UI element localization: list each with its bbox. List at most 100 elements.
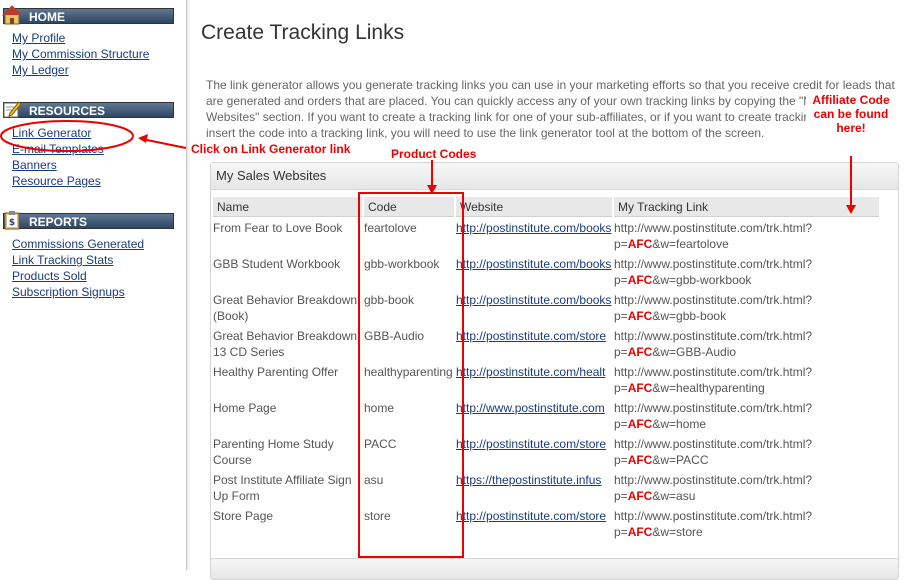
affiliate-code-placeholder: AFC [627, 381, 653, 395]
sidebar: HOME My Profile My Commission Structure … [0, 0, 187, 570]
website-link[interactable]: https://thepostinstitute.infus [456, 473, 601, 487]
table-header-row: Name Code Website My Tracking Link [213, 197, 879, 217]
row-name: GBB Student Workbook [213, 257, 341, 271]
sidebar-link-email-templates[interactable]: E-mail Templates [12, 142, 104, 156]
panel-title: My Sales Websites [211, 163, 898, 190]
sidebar-link-link-tracking-stats[interactable]: Link Tracking Stats [12, 253, 113, 267]
affiliate-code-placeholder: AFC [627, 273, 653, 287]
intro-paragraph: The link generator allows you generate t… [206, 78, 895, 140]
sidebar-link-products-sold[interactable]: Products Sold [12, 269, 87, 283]
reports-section-header: $ REPORTS [3, 211, 174, 230]
website-link[interactable]: http://postinstitute.com/healt [456, 365, 605, 379]
website-link[interactable]: http://postinstitute.com/store [456, 329, 606, 343]
tracking-link-suffix: &w=home [652, 417, 707, 431]
row-name: From Fear to Love Book [213, 221, 343, 235]
row-code: gbb-workbook [364, 257, 440, 271]
reports-section-title: REPORTS [29, 215, 88, 229]
svg-text:$: $ [9, 218, 15, 228]
resources-section-header: RESOURCES [3, 101, 174, 118]
column-header-tracking-link: My Tracking Link [614, 197, 879, 217]
row-tracking-link: http://www.postinstitute.com/trk.html?p=… [614, 397, 879, 433]
row-tracking-link: http://www.postinstitute.com/trk.html?p=… [614, 253, 879, 289]
website-link[interactable]: http://postinstitute.com/books [456, 293, 611, 307]
sales-websites-panel: My Sales Websites Name Code Website My T… [210, 162, 899, 574]
house-icon [2, 5, 22, 25]
table-row: Store Page store http://postinstitute.com/… [213, 505, 879, 541]
sidebar-link-my-profile[interactable]: My Profile [12, 31, 65, 45]
table-row: Great Behavior Breakdown (Book) gbb-book h… [213, 289, 879, 325]
row-code: feartolove [364, 221, 417, 235]
table-row: Home Page home http://www.postinstitute.co… [213, 397, 879, 433]
sidebar-link-my-ledger[interactable]: My Ledger [12, 63, 69, 77]
row-website: https://thepostinstitute.infus [456, 469, 612, 505]
row-name: Post Institute Affiliate Sign Up Form [213, 473, 352, 503]
affiliate-code-placeholder: AFC [627, 489, 653, 503]
row-code: store [364, 509, 391, 523]
row-website: http://postinstitute.com/books [456, 217, 612, 253]
website-link[interactable]: http://www.postinstitute.com [456, 401, 605, 415]
home-section-title: HOME [29, 10, 65, 24]
column-header-code: Code [364, 197, 454, 217]
tracking-link-suffix: &w=PACC [652, 453, 709, 467]
row-website: http://www.postinstitute.com [456, 397, 612, 433]
website-link[interactable]: http://postinstitute.com/store [456, 509, 606, 523]
sidebar-link-subscription-signups[interactable]: Subscription Signups [12, 285, 125, 299]
tracking-link-suffix: &w=GBB-Audio [652, 345, 737, 359]
row-website: http://postinstitute.com/store [456, 505, 612, 541]
row-name: Great Behavior Breakdown 13 CD Series [213, 329, 358, 359]
main-content: Create Tracking Links The link generator… [190, 0, 911, 580]
affiliate-code-placeholder: AFC [627, 237, 653, 251]
next-panel-header [210, 558, 899, 580]
row-code: gbb-book [364, 293, 415, 307]
row-tracking-link: http://www.postinstitute.com/trk.html?p=… [614, 325, 879, 361]
table-row: Parenting Home Study Course PACC http://po… [213, 433, 879, 469]
row-code: asu [364, 473, 384, 487]
tracking-link-suffix: &w=asu [652, 489, 696, 503]
affiliate-code-placeholder: AFC [627, 309, 653, 323]
tracking-link-suffix: &w=gbb-workbook [652, 273, 752, 287]
row-name: Store Page [213, 509, 274, 523]
affiliate-code-placeholder: AFC [627, 525, 653, 539]
row-tracking-link: http://www.postinstitute.com/trk.html?p=… [614, 505, 879, 541]
row-code: healthyparenting [364, 365, 453, 379]
row-tracking-link: http://www.postinstitute.com/trk.html?p=… [614, 361, 879, 397]
affiliate-code-placeholder: AFC [627, 453, 653, 467]
column-header-name: Name [213, 197, 362, 217]
annotation-link-generator: Click on Link Generator link [191, 142, 351, 156]
row-website: http://postinstitute.com/healt [456, 361, 612, 397]
page-title: Create Tracking Links [201, 21, 405, 44]
row-name: Parenting Home Study Course [213, 437, 334, 467]
tracking-link-suffix: &w=store [652, 525, 703, 539]
website-link[interactable]: http://postinstitute.com/books [456, 221, 611, 235]
table-row: From Fear to Love Book feartolove http://p… [213, 217, 879, 253]
sales-websites-table: Name Code Website My Tracking Link From … [211, 197, 881, 541]
sidebar-link-commissions-generated[interactable]: Commissions Generated [12, 237, 144, 251]
home-section-header: HOME [2, 5, 174, 25]
annotation-product-codes: Product Codes [391, 147, 477, 161]
website-link[interactable]: http://postinstitute.com/store [456, 437, 606, 451]
row-website: http://postinstitute.com/books [456, 289, 612, 325]
table-row: Healthy Parenting Offer healthyparenting h… [213, 361, 879, 397]
sidebar-link-resource-pages[interactable]: Resource Pages [12, 174, 101, 188]
tracking-link-suffix: &w=feartolove [652, 237, 729, 251]
pencil-note-icon [3, 101, 22, 118]
column-header-website: Website [456, 197, 612, 217]
sidebar-link-commission-structure[interactable]: My Commission Structure [12, 47, 149, 61]
affiliate-code-placeholder: AFC [627, 345, 653, 359]
table-row: Post Institute Affiliate Sign Up Form asu… [213, 469, 879, 505]
row-website: http://postinstitute.com/books [456, 253, 612, 289]
table-row: GBB Student Workbook gbb-workbook http://p… [213, 253, 879, 289]
sidebar-link-link-generator[interactable]: Link Generator [12, 126, 91, 140]
row-code: PACC [364, 437, 397, 451]
resources-section-title: RESOURCES [29, 104, 106, 118]
row-name: Great Behavior Breakdown (Book) [213, 293, 358, 323]
row-website: http://postinstitute.com/store [456, 325, 612, 361]
row-tracking-link: http://www.postinstitute.com/trk.html?p=… [614, 433, 879, 469]
row-tracking-link: http://www.postinstitute.com/trk.html?p=… [614, 289, 879, 325]
table-row: Great Behavior Breakdown 13 CD Series GBB… [213, 325, 879, 361]
website-link[interactable]: http://postinstitute.com/books [456, 257, 611, 271]
row-tracking-link: http://www.postinstitute.com/trk.html?p=… [614, 469, 879, 505]
tracking-link-suffix: &w=gbb-book [652, 309, 727, 323]
row-website: http://postinstitute.com/store [456, 433, 612, 469]
sidebar-link-banners[interactable]: Banners [12, 158, 57, 172]
